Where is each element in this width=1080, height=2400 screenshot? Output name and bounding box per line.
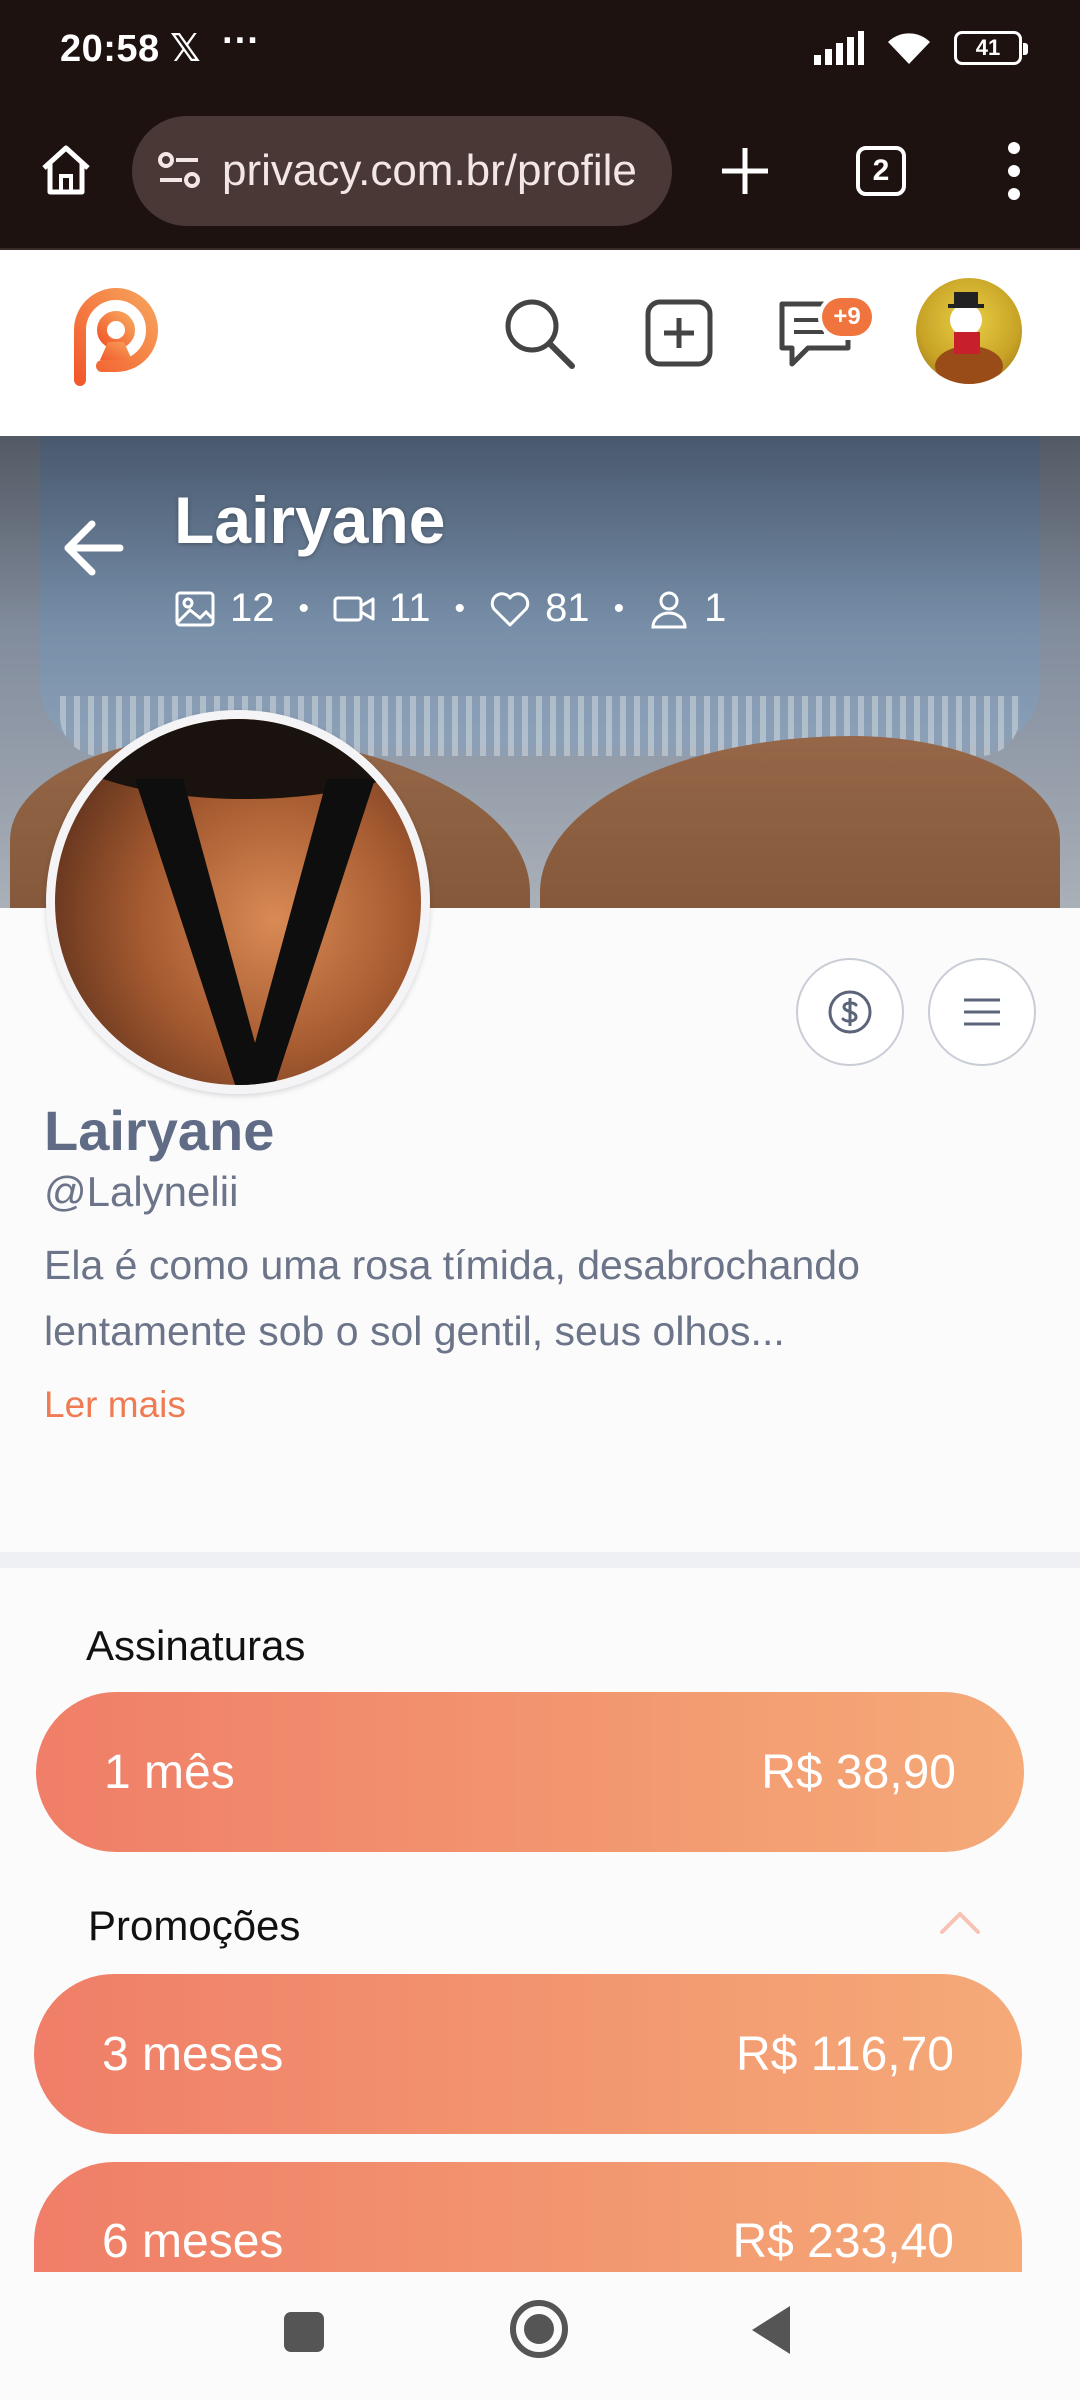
plan-price: R$ 38,90 — [761, 1745, 956, 1799]
url-text[interactable]: privacy.com.br/profile — [222, 146, 637, 196]
system-nav-bar — [0, 2272, 1080, 2400]
dollar-icon — [828, 990, 872, 1034]
plan-label: 6 meses — [102, 2215, 284, 2268]
back-arrow-icon[interactable] — [58, 512, 130, 584]
promotions-title: Promoções — [88, 1902, 301, 1949]
profile-bio: Ela é como uma rosa tímida, desabrochand… — [44, 1242, 860, 1354]
avatar-image-detail — [55, 719, 421, 799]
battery-level: 41 — [975, 35, 1001, 60]
user-avatar[interactable] — [916, 278, 1022, 384]
plan-3-months-button[interactable]: 3 meses R$ 116,70 — [34, 1974, 1022, 2134]
stat-separator: • — [298, 591, 310, 625]
stat-likes-count: 81 — [545, 586, 590, 630]
menu-icon — [964, 998, 1000, 1026]
stat-videos: 11 — [333, 586, 431, 631]
status-time: 20:58 — [60, 28, 160, 70]
chat-badge: +9 — [822, 298, 872, 336]
chevron-up-icon[interactable] — [938, 1906, 982, 1936]
avatar-image-detail — [135, 779, 375, 1085]
battery-icon: 41 — [954, 31, 1028, 65]
more-notifications-icon: ··· — [222, 20, 260, 62]
wifi-icon — [888, 33, 930, 64]
signal-icon — [814, 31, 864, 65]
recents-icon[interactable] — [284, 2312, 324, 2352]
tip-button[interactable] — [796, 958, 904, 1066]
plus-icon[interactable] — [712, 138, 778, 204]
stat-photos: 12 — [174, 586, 275, 631]
stat-photos-count: 12 — [230, 586, 275, 630]
stat-videos-count: 11 — [389, 586, 431, 630]
plan-1-month-button[interactable]: 1 mês R$ 38,90 — [36, 1692, 1024, 1852]
profile-handle: @Lalynelii — [44, 1168, 239, 1215]
subscriptions-title: Assinaturas — [86, 1622, 306, 1669]
plan-price: R$ 233,40 — [732, 2215, 954, 2268]
plan-6-months-button[interactable]: 6 meses R$ 233,40 — [34, 2162, 1022, 2272]
browser-toolbar: privacy.com.br/profile 2 — [0, 100, 1080, 250]
profile-avatar[interactable] — [46, 710, 430, 1094]
back-nav-icon[interactable] — [752, 2306, 790, 2354]
stat-likes: 81 — [489, 586, 590, 631]
plan-label: 3 meses — [102, 2027, 284, 2081]
profile-name: Lairyane — [44, 1099, 275, 1162]
logo-icon[interactable] — [60, 280, 170, 390]
tune-icon[interactable] — [154, 146, 204, 196]
profile-menu-button[interactable] — [928, 958, 1036, 1066]
more-vert-icon[interactable] — [990, 138, 1038, 204]
tabs-count: 2 — [872, 154, 890, 187]
stat-separator: • — [454, 591, 466, 625]
heart-icon — [490, 591, 530, 626]
url-bar[interactable]: privacy.com.br/profile — [132, 116, 672, 226]
user-icon — [651, 591, 687, 628]
plan-price: R$ 116,70 — [736, 2027, 954, 2081]
plan-label: 1 mês — [104, 1745, 235, 1799]
stat-followers: 1 — [648, 586, 726, 631]
profile-stats: 12 • 11 • 81 • 1 — [174, 586, 726, 631]
stat-separator: • — [613, 591, 625, 625]
avatar-image — [935, 292, 1003, 384]
stat-followers-count: 1 — [704, 586, 727, 630]
app-header: +9 — [0, 250, 1080, 436]
status-bar: 20:58 𝕏 ··· 41 — [0, 0, 1080, 100]
tabs-button[interactable]: 2 — [856, 146, 906, 196]
status-icons: 41 — [814, 30, 1028, 66]
cover-title: Lairyane — [174, 483, 446, 557]
video-icon — [333, 596, 375, 621]
image-icon — [175, 591, 215, 626]
x-app-icon: 𝕏 — [170, 28, 201, 70]
home-icon[interactable] — [36, 140, 96, 200]
section-divider — [0, 1552, 1080, 1568]
search-icon[interactable] — [500, 294, 578, 372]
read-more-link[interactable]: Ler mais — [44, 1384, 186, 1426]
home-nav-icon[interactable] — [510, 2300, 568, 2358]
add-box-icon[interactable] — [640, 294, 718, 372]
